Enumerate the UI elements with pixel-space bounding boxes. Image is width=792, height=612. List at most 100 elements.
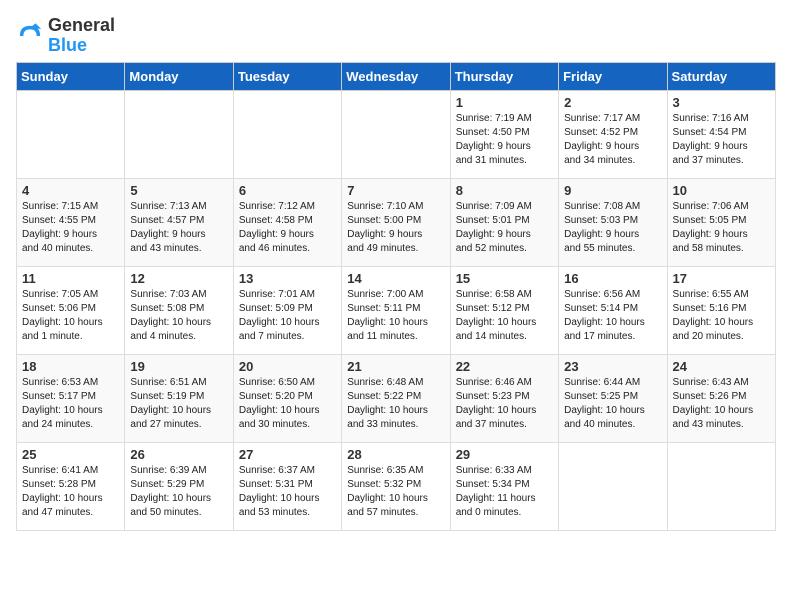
- day-number: 23: [564, 359, 661, 374]
- weekday-header-saturday: Saturday: [667, 62, 775, 90]
- day-number: 12: [130, 271, 227, 286]
- week-row-1: 1 Sunrise: 7:19 AMSunset: 4:50 PMDaylight…: [17, 90, 776, 178]
- calendar-cell: 22 Sunrise: 6:46 AMSunset: 5:23 PMDayligh…: [450, 354, 558, 442]
- day-info: Sunrise: 6:55 AMSunset: 5:16 PMDaylight:…: [673, 288, 770, 344]
- calendar-cell: 5 Sunrise: 7:13 AMSunset: 4:57 PMDaylight…: [125, 178, 233, 266]
- day-number: 29: [456, 447, 553, 462]
- calendar-cell: 19 Sunrise: 6:51 AMSunset: 5:19 PMDayligh…: [125, 354, 233, 442]
- calendar-cell: 4Sunrise: 7:15 AMSunset: 4:55 PMDaylight…: [17, 178, 125, 266]
- day-number: 4: [22, 183, 119, 198]
- calendar-cell: 15 Sunrise: 6:58 AMSunset: 5:12 PMDayligh…: [450, 266, 558, 354]
- day-info: Sunrise: 7:03 AMSunset: 5:08 PMDaylight:…: [130, 288, 227, 344]
- day-number: 14: [347, 271, 444, 286]
- day-info: Sunrise: 7:08 AMSunset: 5:03 PMDaylight:…: [564, 200, 661, 256]
- day-number: 16: [564, 271, 661, 286]
- day-number: 20: [239, 359, 336, 374]
- day-info: Sunrise: 6:44 AMSunset: 5:25 PMDaylight:…: [564, 376, 661, 432]
- day-info: Sunrise: 7:17 AMSunset: 4:52 PMDaylight:…: [564, 112, 661, 168]
- day-number: 22: [456, 359, 553, 374]
- day-info: Sunrise: 6:43 AMSunset: 5:26 PMDaylight:…: [673, 376, 770, 432]
- day-info: Sunrise: 7:09 AMSunset: 5:01 PMDaylight:…: [456, 200, 553, 256]
- day-number: 11: [22, 271, 119, 286]
- logo: General Blue: [16, 16, 115, 56]
- calendar-cell: 29 Sunrise: 6:33 AMSunset: 5:34 PMDayligh…: [450, 442, 558, 530]
- calendar-cell: [342, 90, 450, 178]
- day-info: Sunrise: 6:50 AMSunset: 5:20 PMDaylight:…: [239, 376, 336, 432]
- logo-general: General: [48, 16, 115, 36]
- day-number: 21: [347, 359, 444, 374]
- day-info: Sunrise: 6:53 AMSunset: 5:17 PMDaylight:…: [22, 376, 119, 432]
- day-info: Sunrise: 7:05 AMSunset: 5:06 PMDaylight:…: [22, 288, 119, 344]
- day-number: 25: [22, 447, 119, 462]
- day-info: Sunrise: 6:46 AMSunset: 5:23 PMDaylight:…: [456, 376, 553, 432]
- day-info: Sunrise: 7:00 AMSunset: 5:11 PMDaylight:…: [347, 288, 444, 344]
- day-number: 3: [673, 95, 770, 110]
- day-info: Sunrise: 6:58 AMSunset: 5:12 PMDaylight:…: [456, 288, 553, 344]
- calendar-cell: 20 Sunrise: 6:50 AMSunset: 5:20 PMDayligh…: [233, 354, 341, 442]
- day-number: 2: [564, 95, 661, 110]
- day-number: 15: [456, 271, 553, 286]
- calendar-cell: 9 Sunrise: 7:08 AMSunset: 5:03 PMDaylight…: [559, 178, 667, 266]
- calendar-cell: 27 Sunrise: 6:37 AMSunset: 5:31 PMDayligh…: [233, 442, 341, 530]
- week-row-4: 18Sunrise: 6:53 AMSunset: 5:17 PMDayligh…: [17, 354, 776, 442]
- day-info: Sunrise: 7:01 AMSunset: 5:09 PMDaylight:…: [239, 288, 336, 344]
- day-info: Sunrise: 7:06 AMSunset: 5:05 PMDaylight:…: [673, 200, 770, 256]
- day-info: Sunrise: 7:12 AMSunset: 4:58 PMDaylight:…: [239, 200, 336, 256]
- day-number: 6: [239, 183, 336, 198]
- week-row-5: 25 Sunrise: 6:41 AMSunset: 5:28 PMDayligh…: [17, 442, 776, 530]
- calendar-cell: 1 Sunrise: 7:19 AMSunset: 4:50 PMDaylight…: [450, 90, 558, 178]
- calendar-cell: 21 Sunrise: 6:48 AMSunset: 5:22 PMDayligh…: [342, 354, 450, 442]
- calendar-cell: 18Sunrise: 6:53 AMSunset: 5:17 PMDayligh…: [17, 354, 125, 442]
- header: General Blue: [16, 16, 776, 56]
- day-number: 13: [239, 271, 336, 286]
- day-info: Sunrise: 6:37 AMSunset: 5:31 PMDaylight:…: [239, 464, 336, 520]
- day-number: 19: [130, 359, 227, 374]
- weekday-header-wednesday: Wednesday: [342, 62, 450, 90]
- day-number: 1: [456, 95, 553, 110]
- weekday-header-tuesday: Tuesday: [233, 62, 341, 90]
- weekday-header-thursday: Thursday: [450, 62, 558, 90]
- weekday-header-row: SundayMondayTuesdayWednesdayThursdayFrid…: [17, 62, 776, 90]
- calendar-cell: 7 Sunrise: 7:10 AMSunset: 5:00 PMDaylight…: [342, 178, 450, 266]
- calendar-cell: 8 Sunrise: 7:09 AMSunset: 5:01 PMDaylight…: [450, 178, 558, 266]
- day-info: Sunrise: 6:51 AMSunset: 5:19 PMDaylight:…: [130, 376, 227, 432]
- weekday-header-sunday: Sunday: [17, 62, 125, 90]
- calendar-cell: [17, 90, 125, 178]
- logo-icon: [16, 22, 44, 50]
- calendar-cell: 13 Sunrise: 7:01 AMSunset: 5:09 PMDayligh…: [233, 266, 341, 354]
- calendar-cell: 24 Sunrise: 6:43 AMSunset: 5:26 PMDayligh…: [667, 354, 775, 442]
- day-info: Sunrise: 6:33 AMSunset: 5:34 PMDaylight:…: [456, 464, 553, 520]
- weekday-header-monday: Monday: [125, 62, 233, 90]
- calendar-cell: [559, 442, 667, 530]
- day-number: 7: [347, 183, 444, 198]
- day-info: Sunrise: 7:16 AMSunset: 4:54 PMDaylight:…: [673, 112, 770, 168]
- calendar-cell: 6 Sunrise: 7:12 AMSunset: 4:58 PMDaylight…: [233, 178, 341, 266]
- calendar-cell: 11 Sunrise: 7:05 AMSunset: 5:06 PMDayligh…: [17, 266, 125, 354]
- day-info: Sunrise: 6:48 AMSunset: 5:22 PMDaylight:…: [347, 376, 444, 432]
- calendar-cell: 23 Sunrise: 6:44 AMSunset: 5:25 PMDayligh…: [559, 354, 667, 442]
- day-info: Sunrise: 6:39 AMSunset: 5:29 PMDaylight:…: [130, 464, 227, 520]
- day-number: 5: [130, 183, 227, 198]
- day-number: 26: [130, 447, 227, 462]
- calendar-cell: 26 Sunrise: 6:39 AMSunset: 5:29 PMDayligh…: [125, 442, 233, 530]
- calendar-cell: 25 Sunrise: 6:41 AMSunset: 5:28 PMDayligh…: [17, 442, 125, 530]
- calendar-table: SundayMondayTuesdayWednesdayThursdayFrid…: [16, 62, 776, 531]
- calendar-cell: [233, 90, 341, 178]
- day-info: Sunrise: 6:41 AMSunset: 5:28 PMDaylight:…: [22, 464, 119, 520]
- calendar-cell: 12 Sunrise: 7:03 AMSunset: 5:08 PMDayligh…: [125, 266, 233, 354]
- calendar-cell: 14 Sunrise: 7:00 AMSunset: 5:11 PMDayligh…: [342, 266, 450, 354]
- day-number: 24: [673, 359, 770, 374]
- day-number: 8: [456, 183, 553, 198]
- day-info: Sunrise: 7:13 AMSunset: 4:57 PMDaylight:…: [130, 200, 227, 256]
- weekday-header-friday: Friday: [559, 62, 667, 90]
- calendar-cell: 10Sunrise: 7:06 AMSunset: 5:05 PMDayligh…: [667, 178, 775, 266]
- day-info: Sunrise: 7:10 AMSunset: 5:00 PMDaylight:…: [347, 200, 444, 256]
- calendar-cell: 16Sunrise: 6:56 AMSunset: 5:14 PMDayligh…: [559, 266, 667, 354]
- day-info: Sunrise: 7:19 AMSunset: 4:50 PMDaylight:…: [456, 112, 553, 168]
- calendar-cell: [667, 442, 775, 530]
- day-number: 9: [564, 183, 661, 198]
- day-info: Sunrise: 6:35 AMSunset: 5:32 PMDaylight:…: [347, 464, 444, 520]
- calendar-cell: 17Sunrise: 6:55 AMSunset: 5:16 PMDayligh…: [667, 266, 775, 354]
- week-row-3: 11 Sunrise: 7:05 AMSunset: 5:06 PMDayligh…: [17, 266, 776, 354]
- day-number: 27: [239, 447, 336, 462]
